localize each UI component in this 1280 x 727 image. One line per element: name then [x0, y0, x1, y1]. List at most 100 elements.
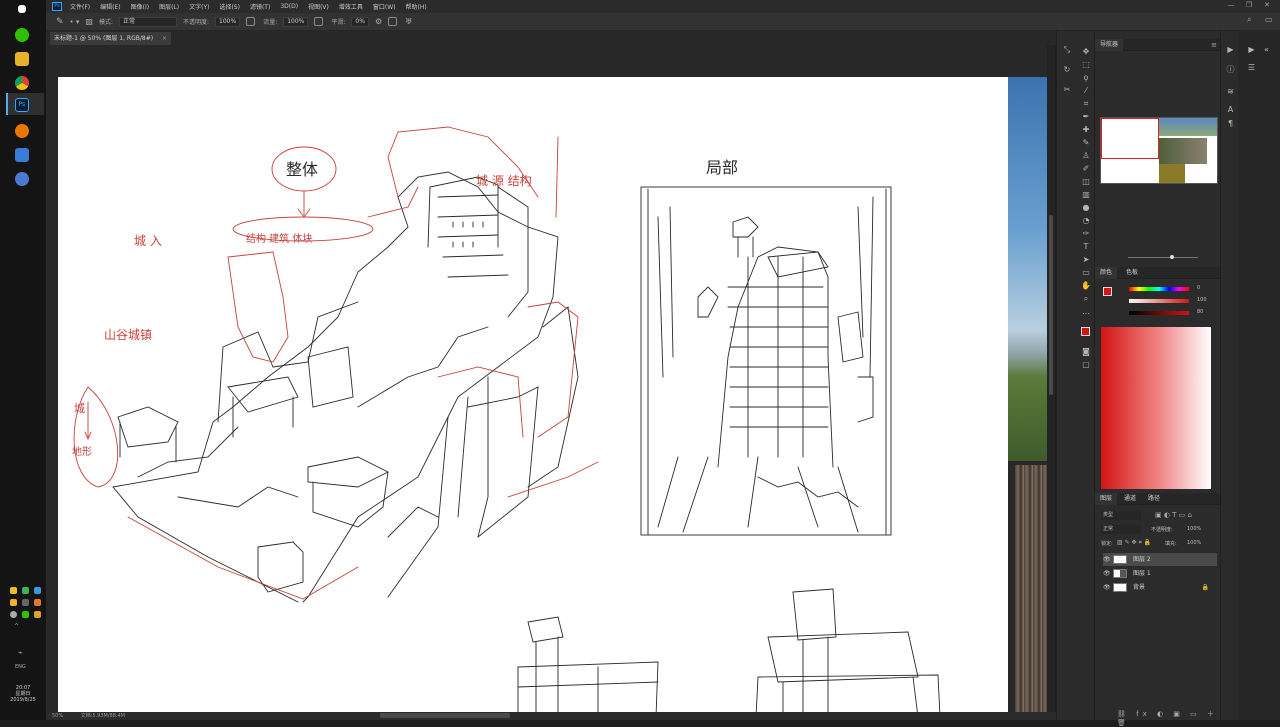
eyedropper-tool-icon[interactable]: ✒: [1081, 112, 1091, 122]
brush-tool-icon[interactable]: ✎: [1081, 138, 1091, 148]
adjust-icon[interactable]: ≋: [1226, 87, 1235, 96]
crop-tool-icon[interactable]: ⌗: [1081, 99, 1091, 109]
menu-edit[interactable]: 编辑(E): [100, 2, 120, 11]
layer-opacity-value[interactable]: 100%: [1187, 526, 1201, 532]
stamp-tool-icon[interactable]: ♙: [1081, 151, 1091, 161]
lasso-tool-icon[interactable]: ϙ: [1081, 73, 1091, 83]
document-canvas[interactable]: 整体 局部 城 入 山谷城镇 城 源 结构 结构 建筑 体块 城 地形: [58, 77, 1008, 712]
info-icon[interactable]: ⓘ: [1226, 65, 1235, 74]
more-tools-icon[interactable]: …: [1081, 307, 1091, 317]
zoom-tool-icon[interactable]: ⌕: [1081, 294, 1091, 304]
layer-footer-icons[interactable]: ⛓ fx ◐ ▣ ▭ ＋ 🗑: [1117, 709, 1221, 727]
workspace-icon[interactable]: ▭: [1265, 15, 1273, 24]
tab-layers[interactable]: 图层: [1095, 493, 1118, 505]
flow-field[interactable]: 100%: [283, 16, 309, 27]
layer-row-layer1[interactable]: 👁 图层 1: [1103, 567, 1217, 580]
tab-navigator[interactable]: 导航器: [1095, 39, 1124, 51]
quick-select-tool-icon[interactable]: ⁄: [1081, 86, 1091, 96]
blur-tool-icon[interactable]: ●: [1081, 203, 1091, 213]
pressure-size-icon[interactable]: [388, 17, 398, 26]
foreground-color-swatch[interactable]: [1081, 327, 1090, 336]
close-button[interactable]: ✕: [1258, 1, 1276, 11]
tray-app-icon[interactable]: [10, 587, 17, 594]
layer-filter-icons[interactable]: ▣ ◐ T ▭ ⌂: [1155, 511, 1192, 519]
status-zoom[interactable]: 50%: [52, 713, 63, 719]
tray-app-icon[interactable]: [22, 611, 29, 618]
minimize-button[interactable]: —: [1222, 1, 1240, 11]
menu-window[interactable]: 窗口(W): [373, 2, 396, 11]
navigator-zoom-slider[interactable]: [1100, 255, 1216, 261]
brightness-slider[interactable]: [1129, 311, 1189, 315]
symmetry-icon[interactable]: ♅: [405, 17, 412, 26]
menu-type[interactable]: 文字(Y): [189, 2, 209, 11]
layer-blend-mode[interactable]: 正常: [1101, 525, 1141, 534]
tray-app-icon[interactable]: [22, 587, 29, 594]
navigator-view-box[interactable]: [1101, 118, 1159, 159]
search-icon[interactable]: ⌕: [1247, 15, 1251, 25]
smoothing-settings-icon[interactable]: ⚙: [375, 17, 382, 26]
menu-layer[interactable]: 图层(L): [159, 2, 179, 11]
tray-app-icon[interactable]: [10, 599, 17, 606]
brush-settings-icon[interactable]: ✂: [1062, 85, 1072, 95]
navigator-thumbnail[interactable]: [1100, 117, 1218, 184]
opacity-field[interactable]: 100%: [215, 16, 241, 27]
network-icon[interactable]: ⌁: [18, 648, 23, 657]
tray-app-icon[interactable]: [34, 599, 41, 606]
menu-select[interactable]: 选择(S): [219, 2, 240, 11]
character-icon[interactable]: A: [1226, 105, 1235, 114]
menu-help[interactable]: 帮助(H): [406, 2, 427, 11]
healing-tool-icon[interactable]: ✚: [1081, 125, 1091, 135]
menu-image[interactable]: 图像(I): [131, 2, 149, 11]
layer-fill-value[interactable]: 100%: [1187, 540, 1201, 546]
marquee-tool-icon[interactable]: ⬚: [1081, 60, 1091, 70]
menu-plugins[interactable]: 增效工具: [339, 2, 363, 11]
visibility-eye-icon[interactable]: 👁: [1103, 553, 1111, 566]
path-select-tool-icon[interactable]: ➤: [1081, 255, 1091, 265]
panel-menu-icon[interactable]: ≡: [1211, 39, 1217, 51]
saturation-slider[interactable]: [1129, 299, 1189, 303]
chrome-icon[interactable]: [15, 76, 29, 90]
blender-icon[interactable]: [15, 124, 29, 138]
tool-options-icon[interactable]: ⤡: [1062, 45, 1072, 55]
menu-file[interactable]: 文件(F): [70, 2, 90, 11]
paragraph-icon[interactable]: ¶: [1226, 119, 1235, 128]
brightness-value[interactable]: 80: [1197, 309, 1203, 315]
dodge-tool-icon[interactable]: ◔: [1081, 216, 1091, 226]
quick-mask-icon[interactable]: ◙: [1081, 347, 1091, 357]
screen-mode-icon[interactable]: ▢: [1081, 360, 1091, 370]
brush-tool-icon[interactable]: ✎: [56, 17, 64, 27]
wechat-icon[interactable]: [15, 28, 29, 42]
eraser-tool-icon[interactable]: ◫: [1081, 177, 1091, 187]
hue-value[interactable]: 0: [1197, 285, 1200, 291]
tab-color[interactable]: 颜色: [1095, 267, 1118, 279]
move-tool-icon[interactable]: ✥: [1081, 47, 1091, 57]
photoshop-icon[interactable]: Ps: [15, 98, 29, 112]
expand-panels-icon[interactable]: «: [1262, 45, 1271, 54]
color-ramp-picker[interactable]: [1101, 327, 1211, 489]
gradient-tool-icon[interactable]: ▥: [1081, 190, 1091, 200]
visibility-eye-icon[interactable]: 👁: [1103, 581, 1111, 594]
ime-indicator[interactable]: ENG: [15, 664, 26, 670]
menu-view[interactable]: 视图(V): [308, 2, 329, 11]
canvas-horizontal-scrollbar[interactable]: [380, 713, 510, 718]
properties-icon[interactable]: ☰: [1247, 63, 1256, 72]
canvas-vertical-scrollbar[interactable]: [1047, 45, 1055, 712]
browser-icon[interactable]: [15, 172, 29, 186]
document-tab[interactable]: 未标题-1 @ 50% (图层 1, RGB/8#) ×: [50, 32, 172, 45]
tray-app-icon[interactable]: [22, 599, 29, 606]
layer-filter-kind[interactable]: 类型: [1101, 511, 1141, 520]
saturation-value[interactable]: 100: [1197, 297, 1207, 303]
mode-select[interactable]: 正常: [119, 16, 178, 27]
tab-paths[interactable]: 路径: [1143, 493, 1165, 505]
restore-button[interactable]: ❐: [1240, 1, 1258, 11]
slider-handle[interactable]: [1170, 255, 1174, 259]
hand-tool-icon[interactable]: ✋: [1081, 281, 1091, 291]
visibility-eye-icon[interactable]: 👁: [1103, 567, 1111, 580]
file-explorer-icon[interactable]: [15, 52, 29, 66]
tab-close-icon[interactable]: ×: [162, 32, 167, 45]
tray-app-icon[interactable]: [34, 611, 41, 618]
type-tool-icon[interactable]: T: [1081, 242, 1091, 252]
hue-slider[interactable]: [1129, 287, 1189, 291]
tray-app-icon[interactable]: [34, 587, 41, 594]
shape-tool-icon[interactable]: ▭: [1081, 268, 1091, 278]
